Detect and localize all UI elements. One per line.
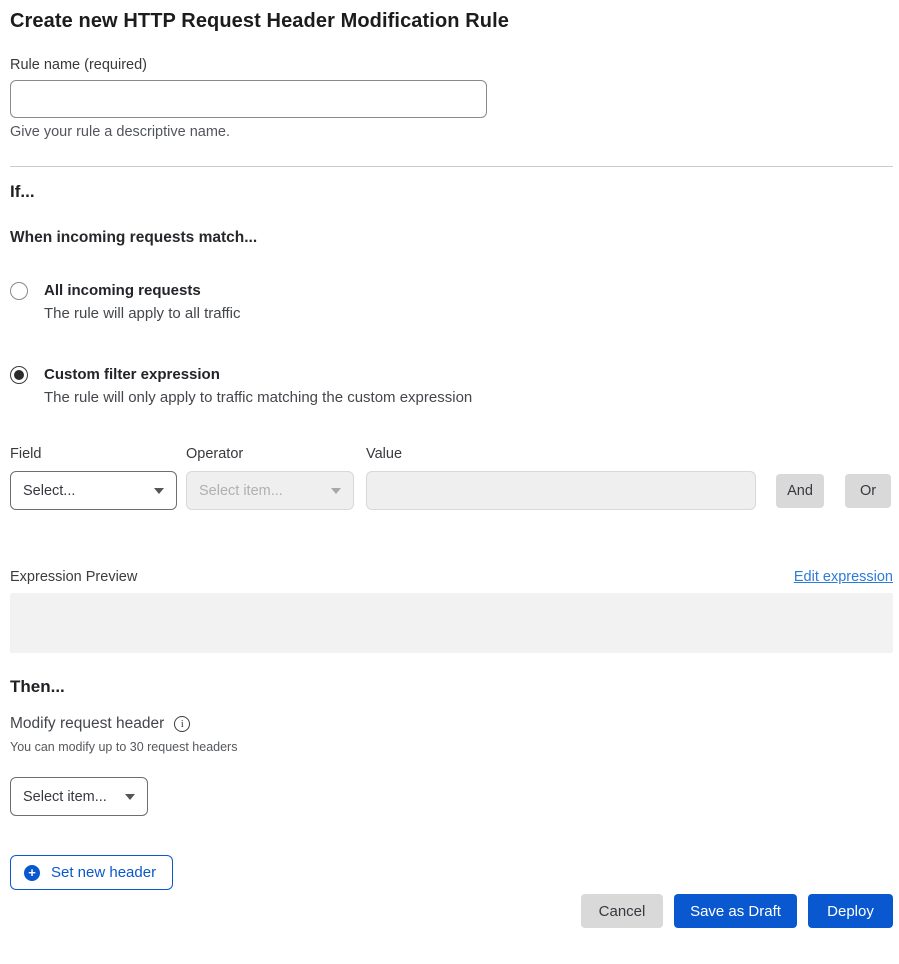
modify-header-label-row: Modify request header i (10, 713, 893, 734)
chevron-down-icon (154, 488, 164, 494)
match-subheading: When incoming requests match... (10, 227, 893, 248)
header-item-select-value: Select item... (23, 789, 107, 805)
deploy-button[interactable]: Deploy (808, 894, 893, 928)
operator-select-value: Select item... (199, 483, 283, 499)
header-item-select[interactable]: Select item... (10, 777, 148, 816)
radio-selected-icon[interactable] (10, 366, 28, 384)
value-input[interactable] (366, 471, 756, 510)
modify-header-label: Modify request header (10, 713, 164, 734)
expression-preview-header: Expression Preview Edit expression (10, 567, 893, 587)
expression-preview-label: Expression Preview (10, 567, 137, 587)
set-new-header-button[interactable]: + Set new header (10, 855, 173, 890)
field-select[interactable]: Select... (10, 471, 177, 510)
chevron-down-icon (125, 794, 135, 800)
operator-select[interactable]: Select item... (186, 471, 354, 510)
expression-builder-labels: Field Operator Value (10, 445, 893, 464)
radio-label[interactable]: Custom filter expression (44, 365, 472, 385)
rule-name-label: Rule name (required) (10, 56, 893, 75)
edit-expression-link[interactable]: Edit expression (794, 567, 893, 587)
set-new-header-label: Set new header (51, 864, 156, 881)
expression-preview-box (10, 593, 893, 653)
plus-circle-icon: + (24, 865, 40, 881)
if-heading: If... (10, 181, 893, 203)
section-divider (10, 166, 893, 167)
info-icon[interactable]: i (174, 716, 190, 732)
or-button[interactable]: Or (845, 474, 891, 508)
radio-option-custom-expression[interactable]: Custom filter expression The rule will o… (10, 365, 893, 408)
value-label: Value (366, 445, 402, 464)
save-as-draft-button[interactable]: Save as Draft (674, 894, 797, 928)
radio-option-all-requests[interactable]: All incoming requests The rule will appl… (10, 281, 893, 324)
chevron-down-icon (331, 488, 341, 494)
modify-header-help: You can modify up to 30 request headers (10, 739, 893, 756)
radio-description: The rule will only apply to traffic matc… (44, 388, 472, 408)
cancel-button[interactable]: Cancel (581, 894, 663, 928)
page-title: Create new HTTP Request Header Modificat… (10, 8, 893, 34)
rule-name-help: Give your rule a descriptive name. (10, 123, 893, 142)
radio-description: The rule will apply to all traffic (44, 304, 240, 324)
radio-label[interactable]: All incoming requests (44, 281, 240, 301)
radio-unselected-icon[interactable] (10, 282, 28, 300)
rule-name-input[interactable] (10, 80, 487, 118)
expression-builder-row: Select... Select item... And Or (10, 471, 893, 510)
footer-actions: Cancel Save as Draft Deploy (10, 894, 893, 928)
field-select-value: Select... (23, 483, 75, 499)
then-heading: Then... (10, 676, 893, 698)
field-label: Field (10, 445, 186, 464)
create-rule-form: Create new HTTP Request Header Modificat… (0, 8, 899, 928)
operator-label: Operator (186, 445, 366, 464)
and-button[interactable]: And (776, 474, 824, 508)
